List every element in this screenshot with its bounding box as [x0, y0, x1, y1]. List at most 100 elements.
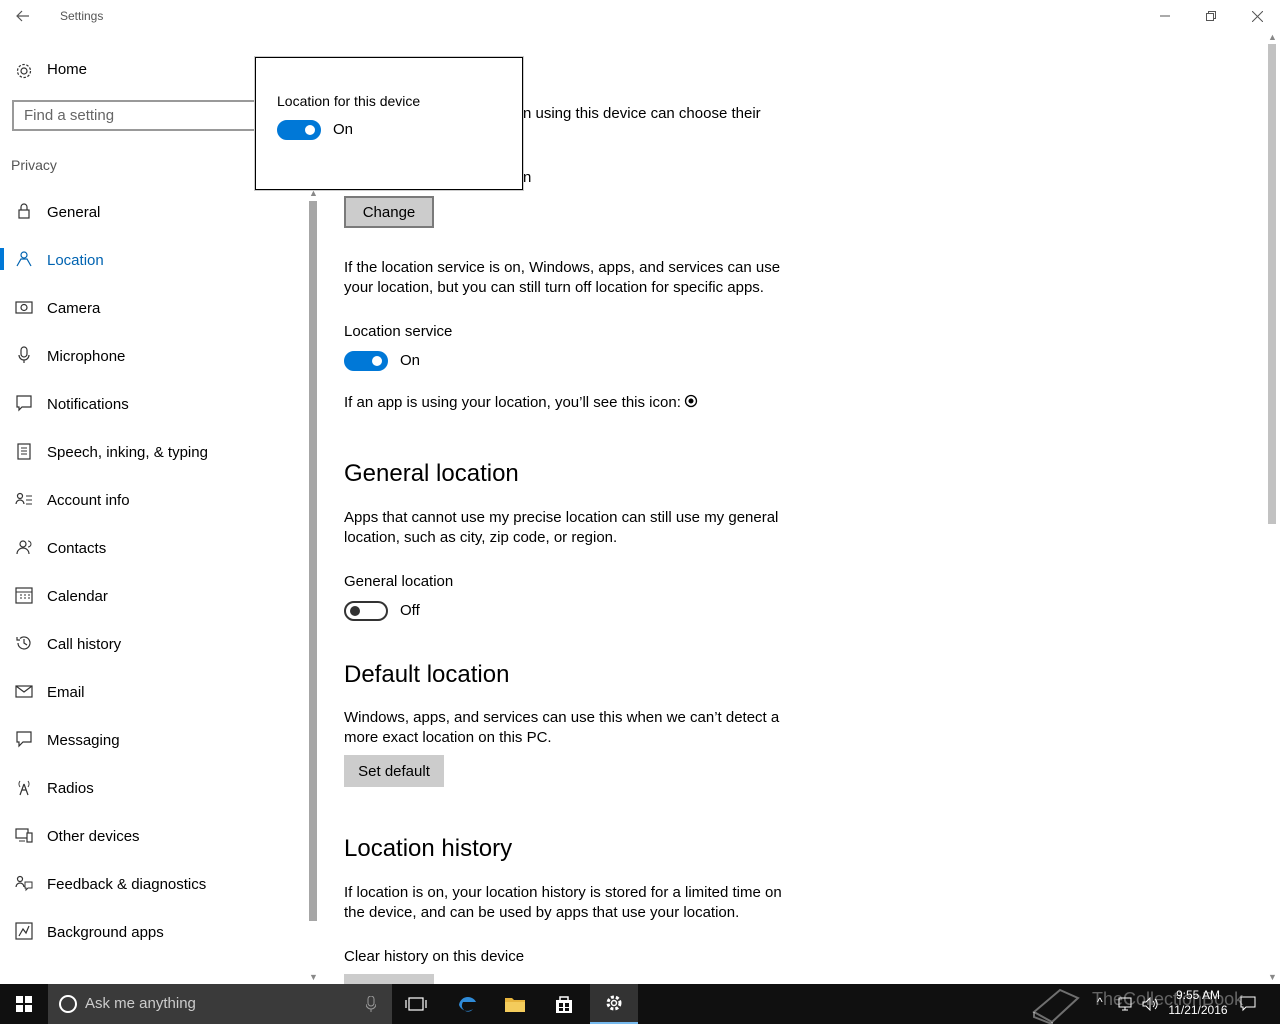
- sidebar-item-general[interactable]: General: [0, 188, 305, 236]
- clear-history-label: Clear history on this device: [344, 948, 525, 965]
- sidebar-item-label: Messaging: [47, 732, 120, 749]
- sidebar-item-messaging[interactable]: Messaging: [0, 716, 305, 764]
- cortana-placeholder: Ask me anything: [85, 995, 196, 1012]
- general-location-toggle[interactable]: [344, 601, 388, 621]
- settings-taskbar-button[interactable]: [590, 984, 638, 1024]
- sidebar-item-calendar[interactable]: Calendar: [0, 572, 305, 620]
- book-logo-icon: [1032, 988, 1080, 1024]
- find-setting-input[interactable]: [14, 102, 244, 129]
- sidebar-item-radios[interactable]: Radios: [0, 764, 305, 812]
- sidebar-item-label: General: [47, 204, 101, 221]
- default-location-desc-line1: Windows, apps, and services can use this…: [344, 709, 780, 726]
- email-icon: [15, 682, 33, 700]
- radio-tower-icon: [15, 778, 33, 796]
- start-button[interactable]: [0, 984, 48, 1024]
- window-title: Settings: [60, 9, 104, 23]
- calendar-icon: [15, 586, 33, 604]
- change-button[interactable]: Change: [344, 196, 434, 228]
- clipboard-icon: [15, 442, 33, 460]
- sidebar-item-location[interactable]: Location: [0, 236, 305, 284]
- network-icon[interactable]: [1118, 997, 1134, 1011]
- location-history-heading: Location history: [344, 835, 513, 862]
- restore-button[interactable]: [1188, 0, 1234, 32]
- clock[interactable]: 9:55 AM 11/21/2016: [1162, 988, 1234, 1018]
- general-location-state: Off: [400, 602, 420, 619]
- default-location-heading: Default location: [344, 661, 510, 688]
- sidebar-item-speech[interactable]: Speech, inking, & typing: [0, 428, 305, 476]
- service-description-line2: your location, but you can still turn of…: [344, 279, 764, 296]
- section-label: Privacy: [11, 157, 57, 173]
- sidebar-item-background-apps[interactable]: Background apps: [0, 908, 305, 956]
- back-button[interactable]: [0, 0, 46, 32]
- file-explorer-button[interactable]: [491, 984, 539, 1024]
- sidebar-item-label: Speech, inking, & typing: [47, 444, 208, 461]
- volume-icon[interactable]: [1142, 997, 1160, 1011]
- sidebar-scrollbar[interactable]: ▲ ▼: [307, 188, 319, 984]
- sidebar-item-feedback[interactable]: Feedback & diagnostics: [0, 860, 305, 908]
- microphone-icon[interactable]: [366, 996, 376, 1012]
- cortana-icon: [59, 995, 77, 1013]
- set-default-button[interactable]: Set default: [344, 755, 444, 787]
- location-device-state: On: [333, 121, 354, 138]
- scroll-down-arrow-icon[interactable]: ▼: [1268, 972, 1277, 982]
- task-view-icon: [405, 997, 427, 1011]
- general-location-heading: General location: [344, 460, 519, 487]
- sidebar-item-email[interactable]: Email: [0, 668, 305, 716]
- service-description-line1: If the location service is on, Windows, …: [344, 259, 781, 276]
- sidebar-item-label: Camera: [47, 300, 101, 317]
- edge-icon: [459, 997, 476, 1012]
- show-hidden-icons-icon[interactable]: ^: [1097, 995, 1103, 1009]
- contacts-icon: [15, 538, 33, 556]
- sidebar-item-label: Call history: [47, 636, 122, 653]
- sidebar-item-label: Email: [47, 684, 85, 701]
- title-bar: Settings: [0, 0, 1280, 32]
- store-icon: [556, 996, 572, 1013]
- minimize-icon: [1160, 15, 1170, 17]
- sidebar-item-label: Radios: [47, 780, 94, 797]
- sidebar-item-label: Microphone: [47, 348, 126, 365]
- edge-button[interactable]: [443, 984, 491, 1024]
- sidebar-item-call-history[interactable]: Call history: [0, 620, 305, 668]
- general-location-desc-line1: Apps that cannot use my precise location…: [344, 509, 779, 526]
- taskbar: Ask me anything TheCollectionBook ^ 9:55…: [0, 984, 1280, 1024]
- camera-icon: [15, 298, 33, 316]
- partial-desc-text: n using this device can choose their: [523, 105, 761, 122]
- sidebar-item-label: Other devices: [47, 828, 140, 845]
- location-service-toggle[interactable]: [344, 351, 388, 371]
- home-label: Home: [47, 61, 88, 78]
- sidebar-item-notifications[interactable]: Notifications: [0, 380, 305, 428]
- clock-date: 11/21/2016: [1168, 1003, 1228, 1017]
- scroll-down-arrow-icon[interactable]: ▼: [309, 972, 318, 982]
- close-icon: [1251, 10, 1263, 22]
- sidebar-item-microphone[interactable]: Microphone: [0, 332, 305, 380]
- notification-icon: [15, 394, 33, 412]
- close-button[interactable]: [1234, 0, 1280, 32]
- location-device-toggle[interactable]: [277, 120, 321, 140]
- sidebar-item-other-devices[interactable]: Other devices: [0, 812, 305, 860]
- minimize-button[interactable]: [1142, 0, 1188, 32]
- privacy-nav-list: General Location Camera Microphone Notif…: [0, 188, 305, 956]
- scroll-up-arrow-icon[interactable]: ▲: [1268, 32, 1277, 42]
- popup-title: Location for this device: [277, 93, 421, 109]
- location-device-popup: Location for this device On: [255, 57, 523, 190]
- account-info-icon: [15, 490, 33, 508]
- clear-button-partial[interactable]: [344, 974, 434, 984]
- task-view-button[interactable]: [392, 984, 440, 1024]
- toggle-knob: [372, 356, 382, 366]
- sidebar-item-camera[interactable]: Camera: [0, 284, 305, 332]
- store-button[interactable]: [540, 984, 588, 1024]
- sidebar-item-account-info[interactable]: Account info: [0, 476, 305, 524]
- sidebar-scroll-thumb[interactable]: [309, 201, 317, 921]
- action-center-icon[interactable]: [1240, 996, 1256, 1012]
- location-person-icon: [15, 250, 33, 268]
- background-apps-icon: [15, 922, 33, 940]
- cortana-search-box[interactable]: Ask me anything: [48, 984, 392, 1024]
- sidebar-item-label: Account info: [47, 492, 130, 509]
- sidebar-item-contacts[interactable]: Contacts: [0, 524, 305, 572]
- clock-time: 9:55 AM: [1175, 988, 1221, 1002]
- history-icon: [15, 634, 33, 652]
- main-scroll-thumb[interactable]: [1268, 44, 1276, 524]
- toggle-knob: [305, 125, 315, 135]
- sidebar-item-label: Notifications: [47, 396, 129, 413]
- main-scrollbar[interactable]: ▲ ▼: [1266, 32, 1278, 984]
